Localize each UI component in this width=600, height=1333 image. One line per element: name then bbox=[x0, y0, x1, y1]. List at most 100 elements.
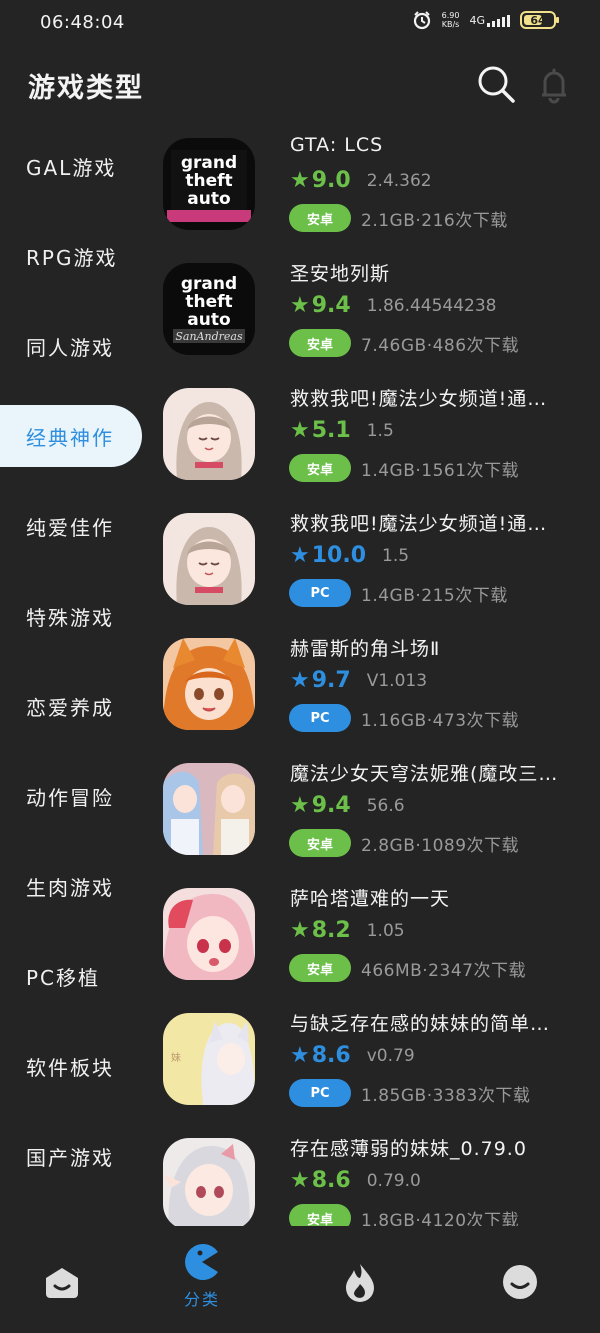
platform-badge: PC bbox=[289, 704, 351, 732]
rating: ★ 8.6 0.79.0 bbox=[290, 1168, 421, 1193]
game-list: grand theft auto GTA: LCS ★ 9.0 2.4.362 … bbox=[0, 130, 600, 1226]
rating-score: 8.6 bbox=[311, 1168, 351, 1193]
platform-badge: 安卓 bbox=[289, 954, 351, 982]
bell-icon bbox=[542, 68, 566, 104]
notification-button[interactable] bbox=[534, 64, 574, 104]
game-title: 圣安地列斯 bbox=[290, 263, 391, 285]
version-label: 1.5 bbox=[382, 545, 410, 566]
platform-badge: PC bbox=[289, 1079, 351, 1107]
svg-text:theft: theft bbox=[185, 292, 232, 312]
svg-text:妹: 妹 bbox=[171, 1052, 181, 1064]
cellular-status: 4G bbox=[469, 14, 510, 27]
version-label: 0.79.0 bbox=[366, 1170, 421, 1191]
rating: ★ 8.2 1.05 bbox=[290, 918, 405, 943]
meta-line: 安卓 1.4GB·1561次下载 bbox=[289, 454, 519, 482]
version-label: 2.4.362 bbox=[366, 170, 432, 191]
nav-tab-hot[interactable] bbox=[320, 1242, 400, 1322]
pink-hair-girl-icon bbox=[163, 888, 255, 980]
version-label: 56.6 bbox=[366, 795, 405, 816]
size-downloads: 2.8GB·1089次下载 bbox=[361, 835, 520, 856]
rating: ★ 9.4 1.86.44544238 bbox=[290, 293, 497, 318]
version-label: v0.79 bbox=[366, 1045, 415, 1066]
profile-face-icon bbox=[503, 1265, 537, 1299]
magical-girls-icon bbox=[163, 763, 255, 855]
game-title: 救救我吧!魔法少女频道!通… bbox=[290, 513, 548, 535]
nav-tab-profile[interactable] bbox=[480, 1242, 560, 1322]
battery-icon: 64 bbox=[520, 11, 559, 29]
network-speed-value: 6.90 bbox=[441, 11, 460, 20]
meta-line: 安卓 466MB·2347次下载 bbox=[289, 954, 526, 982]
home-icon bbox=[46, 1268, 78, 1298]
game-list-item[interactable]: grand theft auto GTA: LCS ★ 9.0 2.4.362 … bbox=[0, 130, 600, 255]
rating-score: 10.0 bbox=[311, 543, 367, 568]
rating-score: 8.6 bbox=[311, 1043, 351, 1068]
size-downloads: 1.4GB·215次下载 bbox=[361, 585, 508, 606]
rating: ★ 9.0 2.4.362 bbox=[290, 168, 432, 193]
nav-tab-home[interactable] bbox=[22, 1242, 102, 1322]
version-label: 1.5 bbox=[366, 420, 394, 441]
silver-hair-girl-icon: 妹 bbox=[163, 1013, 255, 1105]
meta-line: PC 1.16GB·473次下载 bbox=[289, 704, 519, 732]
rating: ★ 9.7 V1.013 bbox=[290, 668, 427, 693]
game-title: GTA: LCS bbox=[290, 134, 384, 156]
svg-text:SanAndreas: SanAndreas bbox=[175, 330, 243, 343]
nav-tab-category-label: 分类 bbox=[183, 1290, 220, 1309]
rating: ★ 8.6 v0.79 bbox=[290, 1043, 415, 1068]
game-list-item[interactable]: 妹 与缺乏存在感的妹妹的简单… ★ 8.6 v0.79 PC 1.85GB·33… bbox=[0, 1005, 600, 1130]
game-list-item[interactable]: 救救我吧!魔法少女频道!通… ★ 5.1 1.5 安卓 1.4GB·1561次下… bbox=[0, 380, 600, 505]
game-list-item[interactable]: 存在感薄弱的妹妹_0.79.0 ★ 8.6 0.79.0 安卓 1.8GB·41… bbox=[0, 1130, 600, 1226]
rating: ★ 10.0 1.5 bbox=[290, 543, 409, 568]
version-label: 1.05 bbox=[366, 920, 405, 941]
version-label: 1.86.44544238 bbox=[366, 295, 497, 316]
battery-percent: 64 bbox=[530, 13, 546, 27]
meta-line: PC 1.85GB·3383次下载 bbox=[289, 1079, 530, 1107]
svg-text:grand: grand bbox=[181, 274, 237, 294]
game-title: 存在感薄弱的妹妹_0.79.0 bbox=[290, 1138, 527, 1160]
rating-score: 5.1 bbox=[311, 418, 351, 443]
svg-text:grand: grand bbox=[181, 153, 237, 173]
size-downloads: 1.8GB·4120次下载 bbox=[361, 1210, 520, 1227]
search-icon bbox=[478, 66, 515, 103]
meta-line: 安卓 1.8GB·4120次下载 bbox=[289, 1204, 519, 1226]
rating: ★ 9.4 56.6 bbox=[290, 793, 405, 818]
network-type: 4G bbox=[469, 13, 485, 27]
elf-girl-icon bbox=[163, 1138, 255, 1226]
svg-text:auto: auto bbox=[187, 189, 230, 209]
status-time: 06:48:04 bbox=[40, 12, 125, 33]
version-label: V1.013 bbox=[366, 670, 428, 691]
rating-score: 9.4 bbox=[311, 293, 351, 318]
alarm-clock-icon bbox=[412, 10, 432, 30]
meta-line: 安卓 2.1GB·216次下载 bbox=[289, 204, 508, 232]
star-icon: ★ bbox=[290, 417, 310, 443]
platform-badge: 安卓 bbox=[289, 829, 351, 857]
platform-badge: 安卓 bbox=[289, 204, 351, 232]
rating-score: 9.0 bbox=[311, 168, 351, 193]
game-list-item[interactable]: 魔法少女天穹法妮雅(魔改三… ★ 9.4 56.6 安卓 2.8GB·1089次… bbox=[0, 755, 600, 880]
size-downloads: 7.46GB·486次下载 bbox=[361, 335, 520, 356]
anime-girl-icon bbox=[163, 513, 255, 605]
rating: ★ 5.1 1.5 bbox=[290, 418, 394, 443]
size-downloads: 1.4GB·1561次下载 bbox=[361, 460, 520, 481]
search-button[interactable] bbox=[476, 64, 516, 104]
gta-liberty-city-stories-icon: grand theft auto bbox=[163, 138, 255, 230]
fox-girl-icon bbox=[163, 638, 255, 730]
rating-score: 9.7 bbox=[311, 668, 351, 693]
game-list-item[interactable]: 赫雷斯的角斗场Ⅱ ★ 9.7 V1.013 PC 1.16GB·473次下载 bbox=[0, 630, 600, 755]
game-list-item[interactable]: 萨哈塔遭难的一天 ★ 8.2 1.05 安卓 466MB·2347次下载 bbox=[0, 880, 600, 1005]
star-icon: ★ bbox=[290, 917, 310, 943]
star-icon: ★ bbox=[290, 667, 310, 693]
anime-girl-icon bbox=[163, 388, 255, 480]
rating-score: 9.4 bbox=[311, 793, 351, 818]
star-icon: ★ bbox=[290, 542, 310, 568]
category-pacman-icon bbox=[185, 1244, 218, 1280]
game-list-item[interactable]: grand theft auto SanAndreas 圣安地列斯 ★ 9.4 … bbox=[0, 255, 600, 380]
status-bar: 06:48:04 6.90 KB/s 4G 64 bbox=[0, 0, 600, 44]
platform-badge: 安卓 bbox=[289, 454, 351, 482]
game-title: 救救我吧!魔法少女频道!通… bbox=[290, 388, 548, 410]
network-speed-unit: KB/s bbox=[441, 20, 460, 29]
platform-badge: 安卓 bbox=[289, 329, 351, 357]
game-list-item[interactable]: 救救我吧!魔法少女频道!通… ★ 10.0 1.5 PC 1.4GB·215次下… bbox=[0, 505, 600, 630]
nav-tab-category[interactable]: 分类 bbox=[162, 1242, 242, 1322]
bottom-navigation: 分类 bbox=[0, 1226, 600, 1333]
game-title: 萨哈塔遭难的一天 bbox=[290, 888, 451, 910]
